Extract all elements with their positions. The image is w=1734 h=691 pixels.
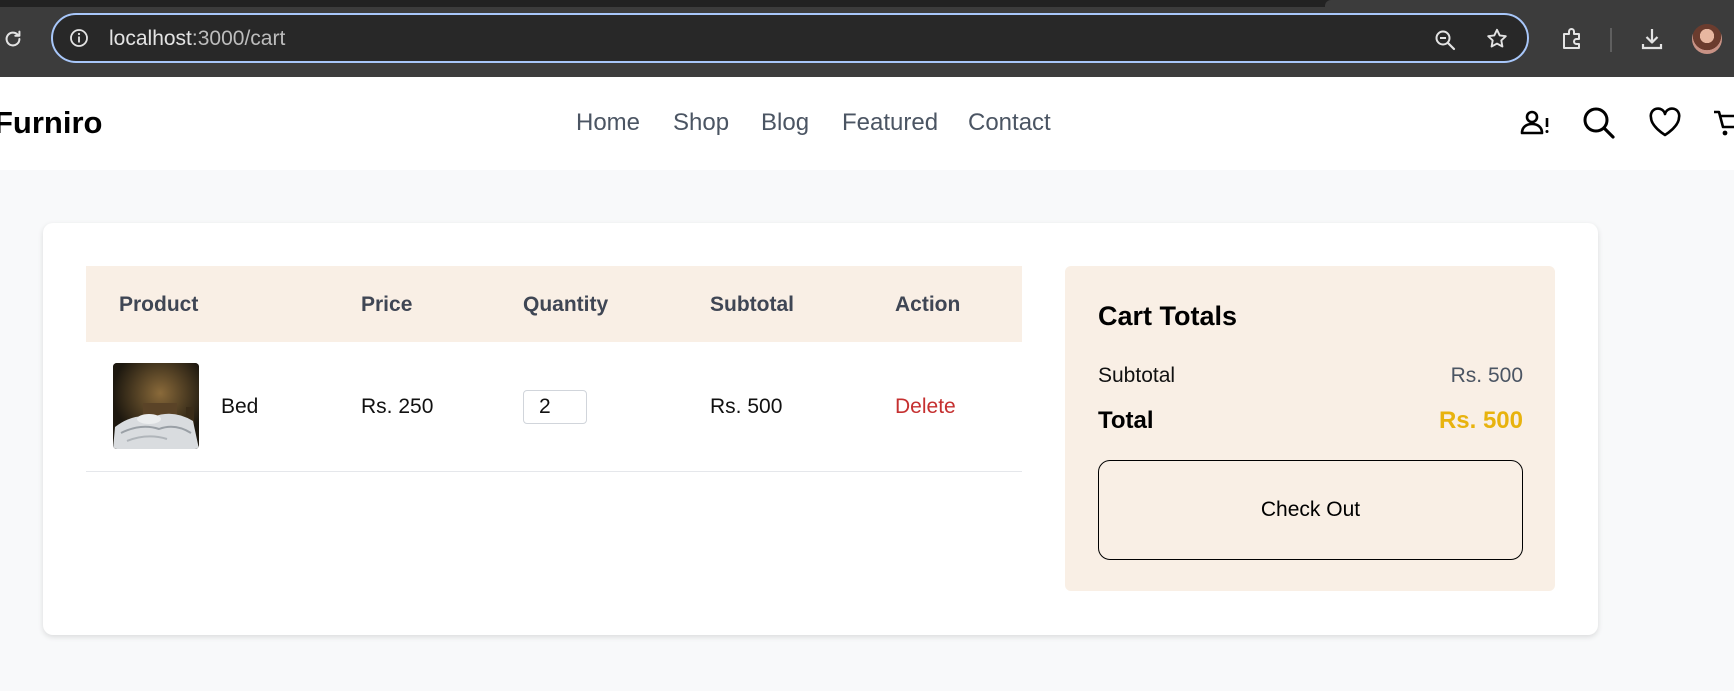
- nav-blog[interactable]: Blog: [761, 109, 809, 137]
- address-bar[interactable]: localhost:3000/cart: [51, 13, 1529, 63]
- table-row: Bed Rs. 250 2 Rs. 500 Delete: [86, 342, 1022, 472]
- search-icon[interactable]: [1581, 105, 1617, 141]
- cart-totals-panel: Cart Totals Subtotal Rs. 500 Total Rs. 5…: [1065, 266, 1555, 591]
- product-name: Bed: [221, 395, 259, 418]
- site-header: Furniro Home Shop Blog Featured Contact: [0, 77, 1734, 170]
- wishlist-heart-icon[interactable]: [1647, 105, 1683, 141]
- user-alert-icon[interactable]: [1517, 105, 1553, 141]
- cart-icon[interactable]: [1712, 105, 1734, 141]
- header-quantity: Quantity: [523, 293, 609, 316]
- subtotal-value: Rs. 500: [1450, 364, 1523, 387]
- header-price: Price: [361, 293, 413, 316]
- nav-featured[interactable]: Featured: [842, 109, 938, 137]
- site-info-icon[interactable]: [69, 28, 89, 48]
- total-value: Rs. 500: [1438, 407, 1523, 434]
- profile-avatar[interactable]: [1692, 24, 1722, 54]
- browser-toolbar: localhost:3000/cart: [0, 0, 1734, 77]
- cart-table-header: Product Price Quantity Subtotal Action: [86, 266, 1022, 342]
- nav-contact[interactable]: Contact: [968, 109, 1051, 137]
- url-text[interactable]: localhost:3000/cart: [109, 27, 285, 51]
- tab-strip: [0, 0, 1734, 7]
- toolbar-separator: [1610, 28, 1612, 52]
- delete-button[interactable]: Delete: [895, 395, 956, 419]
- nav-home[interactable]: Home: [576, 109, 640, 137]
- download-icon[interactable]: [1638, 25, 1666, 53]
- site-logo[interactable]: Furniro: [0, 105, 103, 141]
- bookmark-star-icon[interactable]: [1485, 27, 1509, 51]
- quantity-input[interactable]: 2: [523, 390, 587, 424]
- cart-card: Product Price Quantity Subtotal Action B…: [43, 223, 1598, 635]
- product-subtotal: Rs. 500: [710, 395, 783, 418]
- header-product: Product: [119, 293, 199, 316]
- checkout-button[interactable]: Check Out: [1098, 460, 1523, 560]
- header-subtotal: Subtotal: [710, 293, 794, 316]
- product-price: Rs. 250: [361, 395, 434, 418]
- subtotal-label: Subtotal: [1098, 364, 1176, 387]
- cart-totals-title: Cart Totals: [1098, 301, 1238, 331]
- extensions-icon[interactable]: [1558, 25, 1586, 53]
- cart-table: Product Price Quantity Subtotal Action B…: [86, 266, 1022, 472]
- total-label: Total: [1098, 407, 1154, 434]
- zoom-out-icon[interactable]: [1433, 28, 1457, 52]
- header-action: Action: [895, 293, 961, 316]
- reload-icon[interactable]: [2, 28, 24, 50]
- product-image: [113, 363, 199, 449]
- nav-shop[interactable]: Shop: [673, 109, 729, 137]
